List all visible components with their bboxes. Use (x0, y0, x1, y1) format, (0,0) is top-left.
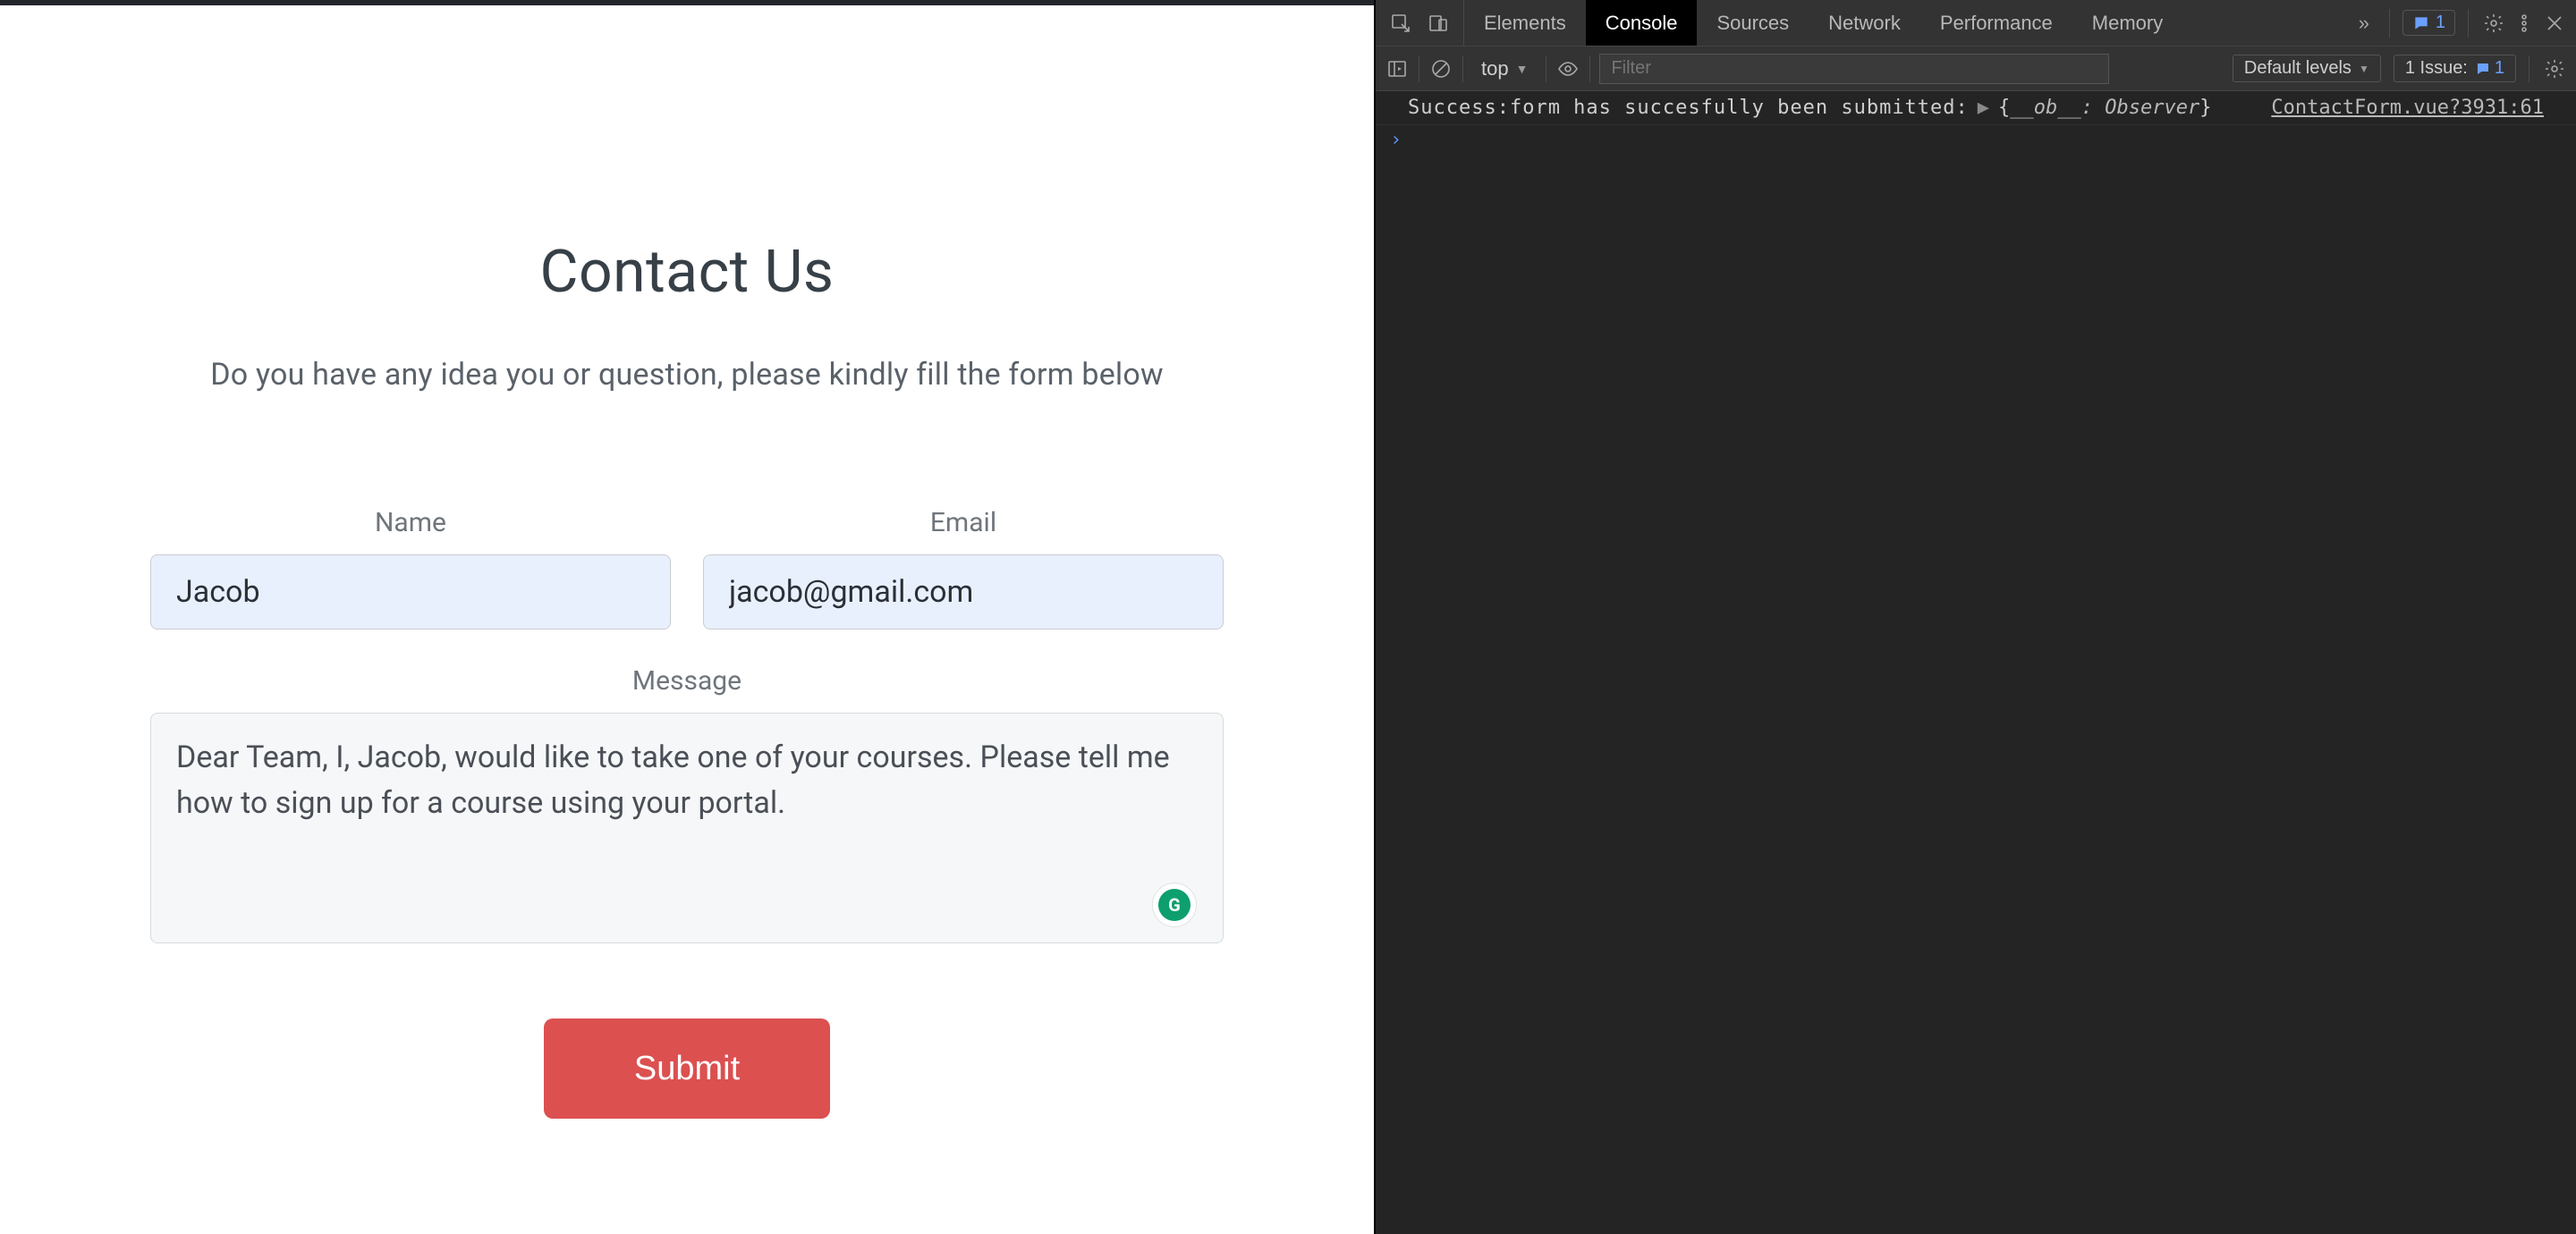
console-output: Success:form has succesfully been submit… (1376, 91, 2576, 1234)
more-tabs-icon[interactable]: » (2351, 11, 2377, 36)
devtools-tabbar: Elements Console Sources Network Perform… (1376, 0, 2576, 46)
separator (1462, 55, 1463, 82)
page-pane: Contact Us Do you have any idea you or q… (0, 0, 1374, 1234)
tab-elements[interactable]: Elements (1464, 0, 1586, 46)
page-title: Contact Us (540, 238, 835, 307)
log-object[interactable]: {__ob__: Observer} (1998, 97, 2211, 119)
devtools-panel: Elements Console Sources Network Perform… (1374, 0, 2576, 1234)
issues-button[interactable]: 1 Issue: 1 (2394, 55, 2516, 82)
gear-icon[interactable] (2481, 11, 2506, 36)
tab-console[interactable]: Console (1586, 0, 1698, 46)
message-count: 1 (2436, 13, 2445, 33)
grammarly-icon: G (1158, 889, 1191, 921)
object-key: __ob__ (2010, 97, 2080, 119)
chat-icon (2412, 14, 2430, 32)
separator (1589, 55, 1590, 82)
toolbar-right: Default levels ▼ 1 Issue: 1 (2233, 55, 2567, 82)
email-input[interactable] (703, 554, 1224, 630)
expand-icon[interactable]: ▶ (1978, 97, 1989, 119)
tab-memory[interactable]: Memory (2072, 0, 2182, 46)
context-selector[interactable]: top ▼ (1472, 57, 1537, 80)
chevron-down-icon: ▼ (1516, 62, 1529, 76)
log-source-link[interactable]: ContactForm.vue?3931:61 (2271, 97, 2544, 119)
textarea-wrap: G (150, 713, 1224, 947)
clear-console-icon[interactable] (1428, 56, 1453, 81)
gear-icon[interactable] (2542, 56, 2567, 81)
sidebar-toggle-icon[interactable] (1385, 56, 1410, 81)
field-email: Email (703, 507, 1224, 630)
filter-input[interactable] (1599, 54, 2109, 84)
context-label: top (1481, 57, 1509, 80)
separator (2389, 9, 2390, 38)
separator (2468, 9, 2469, 38)
tab-network[interactable]: Network (1809, 0, 1920, 46)
levels-label: Default levels (2244, 58, 2351, 79)
submit-button[interactable]: Submit (544, 1018, 830, 1119)
tab-performance[interactable]: Performance (1920, 0, 2072, 46)
email-label: Email (930, 507, 996, 538)
devtools-tabs: Elements Console Sources Network Perform… (1464, 0, 2182, 46)
chat-icon (2475, 61, 2491, 77)
message-label: Message (632, 665, 741, 697)
field-name: Name (150, 507, 671, 630)
page-subtitle: Do you have any idea you or question, pl… (210, 357, 1164, 393)
device-toggle-icon[interactable] (1426, 11, 1451, 36)
message-badge[interactable]: 1 (2402, 10, 2455, 36)
inspect-icon-group (1376, 0, 1464, 46)
console-toolbar: top ▼ Default levels ▼ 1 Issue: 1 (1376, 46, 2576, 91)
chevron-down-icon: ▼ (2359, 63, 2369, 75)
field-message: Message G (150, 665, 1224, 947)
grammarly-badge[interactable]: G (1152, 883, 1197, 927)
close-icon[interactable] (2542, 11, 2567, 36)
issues-count: 1 (2495, 58, 2504, 79)
levels-selector[interactable]: Default levels ▼ (2233, 55, 2381, 82)
eye-icon[interactable] (1555, 56, 1580, 81)
console-prompt[interactable]: › (1376, 125, 2576, 155)
form-row-message: Message G (150, 665, 1224, 947)
object-open: { (1998, 97, 2010, 119)
name-label: Name (375, 507, 446, 538)
tab-sources[interactable]: Sources (1697, 0, 1809, 46)
contact-form: Contact Us Do you have any idea you or q… (150, 238, 1224, 1119)
kebab-icon[interactable] (2512, 11, 2537, 36)
name-input[interactable] (150, 554, 671, 630)
issues-label: 1 Issue: (2405, 58, 2468, 79)
object-val: Observer (2105, 97, 2199, 119)
devtools-tabbar-right: » 1 (2343, 0, 2576, 46)
object-sep: : (2081, 97, 2106, 119)
message-textarea[interactable] (150, 713, 1224, 943)
form-row-name-email: Name Email (150, 507, 1224, 630)
log-message: Success:form has succesfully been submit… (1408, 97, 1969, 119)
object-close: } (2199, 97, 2211, 119)
issues-count-badge: 1 (2475, 58, 2504, 79)
console-log-row[interactable]: Success:form has succesfully been submit… (1376, 91, 2576, 125)
inspect-element-icon[interactable] (1388, 11, 1413, 36)
